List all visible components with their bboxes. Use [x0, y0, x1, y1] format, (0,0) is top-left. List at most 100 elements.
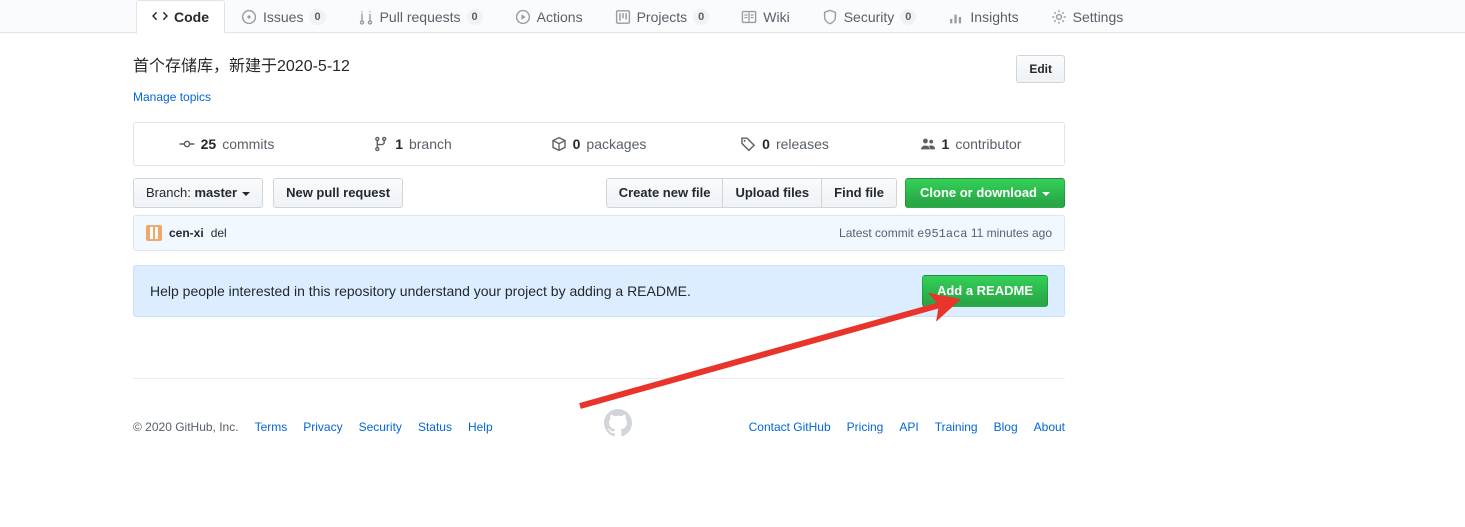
- chevron-down-icon: [242, 191, 251, 196]
- nav-tab-label: Insights: [970, 9, 1019, 25]
- footer-left-links: © 2020 GitHub, Inc. Terms Privacy Security S…: [133, 420, 493, 434]
- nav-tab-label: Settings: [1072, 9, 1124, 25]
- file-actions-group: Create new file Upload files Find file: [605, 178, 897, 208]
- repository-nav-bar: Code Issues 0 Pull requests 0 Actions Projects…: [0, 0, 1465, 34]
- upload-files-button[interactable]: Upload files: [723, 178, 823, 208]
- commit-author-group: cen-xi del: [146, 225, 227, 241]
- footer-link-status[interactable]: Status: [418, 420, 452, 434]
- package-icon: [551, 136, 567, 152]
- stat-contributor[interactable]: 1 contributor: [878, 123, 1064, 165]
- find-file-button[interactable]: Find file: [822, 178, 897, 208]
- commit-sha-link[interactable]: e951aca: [917, 227, 967, 241]
- nav-tab-counter: 0: [900, 9, 917, 25]
- footer-link-privacy[interactable]: Privacy: [303, 420, 342, 434]
- copyright-label: © 2020 GitHub, Inc.: [133, 420, 239, 434]
- footer-link-blog[interactable]: Blog: [994, 420, 1018, 434]
- add-readme-banner-text: Help people interested in this repositor…: [150, 283, 691, 299]
- stat-packages[interactable]: 0 packages: [506, 123, 692, 165]
- footer-link-api[interactable]: API: [899, 420, 918, 434]
- nav-tab-label: Projects: [636, 9, 688, 25]
- stat-label: branch: [408, 136, 452, 152]
- avatar: [146, 225, 162, 241]
- page-footer: © 2020 GitHub, Inc. Terms Privacy Security S…: [133, 412, 1065, 442]
- branch-selector-button[interactable]: Branch: master: [133, 178, 264, 208]
- repository-description-row: 首个存储库，新建于2020-5-12 Edit: [133, 55, 1065, 83]
- toolbar-right-group: Create new file Upload files Find file C…: [605, 178, 1065, 208]
- book-icon: [741, 9, 757, 25]
- nav-tab-counter: 0: [693, 9, 710, 25]
- repository-stats-bar: 25 commits 1 branch 0 packages 0 releases 1 contr…: [133, 122, 1065, 166]
- stat-label: releases: [775, 136, 829, 152]
- nav-tab-pull-requests[interactable]: Pull requests 0: [342, 0, 499, 33]
- stat-count: 25: [200, 136, 217, 152]
- commit-author-link[interactable]: cen-xi: [169, 226, 204, 240]
- nav-tab-label: Issues: [263, 9, 304, 25]
- nav-tab-label: Pull requests: [379, 9, 461, 25]
- nav-tab-label: Security: [843, 9, 895, 25]
- nav-tab-label: Code: [174, 9, 209, 25]
- footer-link-pricing[interactable]: Pricing: [847, 420, 884, 434]
- repository-nav-tabs: Code Issues 0 Pull requests 0 Actions Projects…: [136, 0, 1140, 34]
- github-repository-page: Code Issues 0 Pull requests 0 Actions Projects…: [0, 0, 1465, 527]
- stat-label: commits: [222, 136, 275, 152]
- commit-meta-group: Latest commit e951aca 11 minutes ago: [839, 226, 1052, 241]
- manage-topics-link[interactable]: Manage topics: [133, 90, 211, 104]
- footer-link-about[interactable]: About: [1034, 420, 1065, 434]
- new-pull-request-button[interactable]: New pull request: [273, 178, 404, 208]
- edit-description-button[interactable]: Edit: [1016, 55, 1065, 83]
- commit-icon: [179, 136, 195, 152]
- stat-label: packages: [586, 136, 647, 152]
- contributor-icon: [920, 136, 936, 152]
- branch-icon: [373, 136, 389, 152]
- code-icon: [152, 9, 168, 25]
- branch-name-label: master: [194, 185, 238, 200]
- nav-tab-counter: 0: [466, 9, 483, 25]
- stat-count: 0: [572, 136, 581, 152]
- nav-tab-security[interactable]: Security 0: [806, 0, 933, 33]
- play-icon: [515, 9, 531, 25]
- repository-description: 首个存储库，新建于2020-5-12: [133, 58, 350, 75]
- stat-commits[interactable]: 25 commits: [134, 123, 320, 165]
- footer-link-training[interactable]: Training: [935, 420, 978, 434]
- shield-icon: [822, 9, 838, 25]
- footer-link-security[interactable]: Security: [359, 420, 402, 434]
- nav-tab-insights[interactable]: Insights: [932, 0, 1034, 33]
- nav-tab-actions[interactable]: Actions: [499, 0, 599, 33]
- nav-tab-label: Actions: [536, 9, 583, 25]
- add-a-readme-button[interactable]: Add a README: [921, 275, 1048, 307]
- graph-icon: [948, 9, 964, 25]
- nav-tab-issues[interactable]: Issues 0: [225, 0, 342, 33]
- footer-link-contact-github[interactable]: Contact GitHub: [749, 420, 831, 434]
- latest-commit-row: cen-xi del Latest commit e951aca 11 minu…: [133, 215, 1065, 251]
- gear-icon: [1051, 9, 1067, 25]
- issue-icon: [241, 9, 257, 25]
- create-new-file-button[interactable]: Create new file: [605, 178, 724, 208]
- stat-count: 0: [762, 136, 770, 152]
- nav-tab-settings[interactable]: Settings: [1035, 0, 1140, 33]
- tag-icon: [740, 136, 756, 152]
- nav-tab-label: Wiki: [763, 9, 790, 25]
- nav-tab-code[interactable]: Code: [136, 0, 225, 34]
- add-readme-banner: Help people interested in this repositor…: [133, 265, 1065, 317]
- nav-tab-projects[interactable]: Projects 0: [599, 0, 726, 33]
- toolbar-left-group: Branch: master New pull request: [133, 178, 404, 208]
- footer-link-terms[interactable]: Terms: [255, 420, 288, 434]
- branch-prefix-label: Branch:: [146, 185, 191, 200]
- stat-label: contributor: [955, 136, 1022, 152]
- commit-message-link[interactable]: del: [211, 226, 227, 240]
- footer-divider: [133, 378, 1065, 379]
- footer-right-links: Contact GitHub Pricing API Training Blog Abou…: [749, 420, 1065, 434]
- stat-count: 1: [941, 136, 950, 152]
- clone-or-download-label: Clone or download: [920, 185, 1037, 200]
- stat-releases[interactable]: 0 releases: [692, 123, 878, 165]
- footer-link-help[interactable]: Help: [468, 420, 493, 434]
- stat-branch[interactable]: 1 branch: [320, 123, 506, 165]
- latest-commit-label: Latest commit: [839, 225, 914, 240]
- clone-or-download-button[interactable]: Clone or download: [905, 178, 1065, 208]
- stat-count: 1: [395, 136, 403, 152]
- repository-toolbar: Branch: master New pull request Create n…: [133, 178, 1065, 208]
- commit-time-label: 11 minutes ago: [970, 225, 1052, 240]
- project-icon: [615, 9, 631, 25]
- nav-tab-wiki[interactable]: Wiki: [725, 0, 805, 33]
- chevron-down-icon: [1042, 191, 1050, 196]
